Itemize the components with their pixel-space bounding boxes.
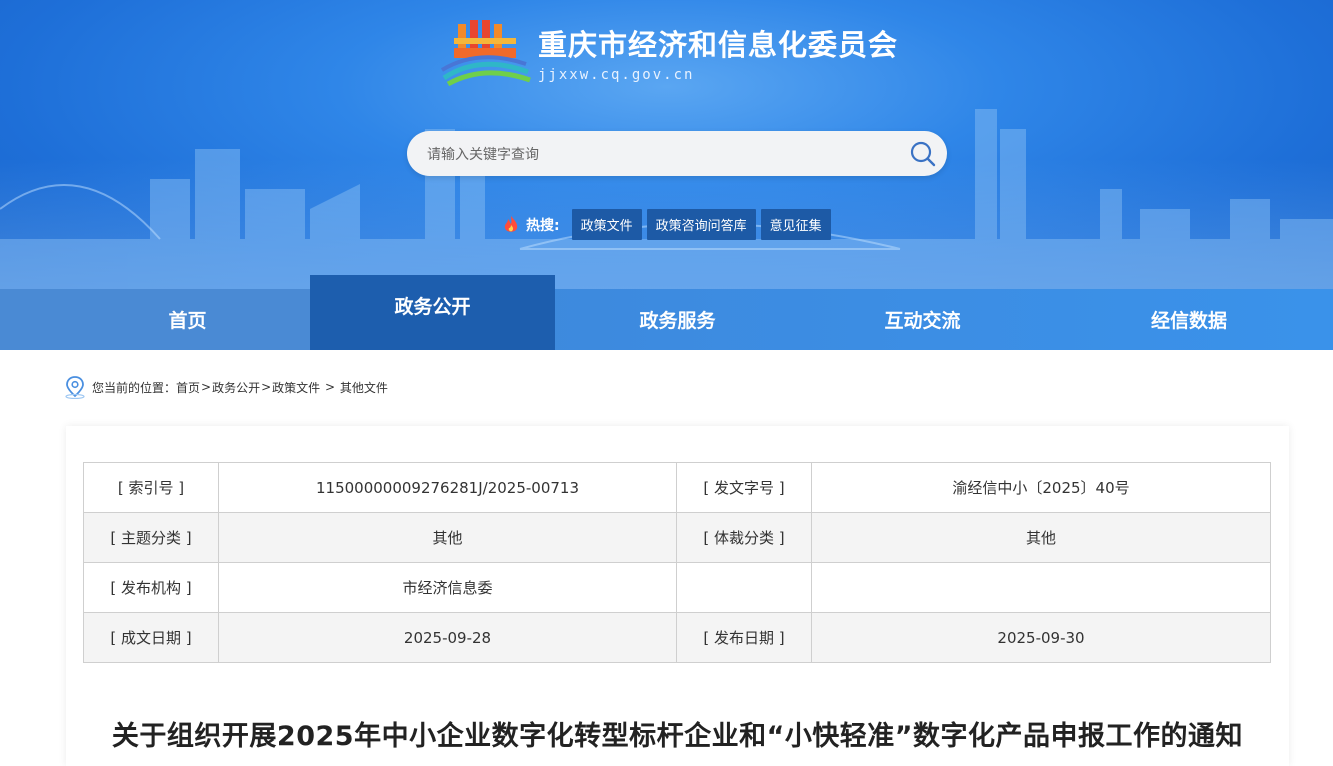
nav-data[interactable]: 经信数据 (1045, 289, 1333, 350)
site-logo[interactable]: 重庆市经济和信息化委员会 jjxxw.cq.gov.cn (440, 18, 898, 90)
hot-search-label: 热搜: (526, 217, 560, 234)
document-title: 关于组织开展2025年中小企业数字化转型标杆企业和“小快轻准”数字化产品申报工作… (111, 721, 1244, 752)
breadcrumb-home[interactable]: 首页 (176, 379, 200, 396)
main-nav: 首页 政务公开 政务服务 互动交流 经信数据 (0, 275, 1333, 350)
hot-chip-policy-files[interactable]: 政策文件 (571, 209, 642, 240)
nav-services[interactable]: 政务服务 (555, 289, 800, 350)
hot-chip-policy-qa[interactable]: 政策咨询问答库 (646, 209, 756, 240)
meta-value-written-date: 2025-09-28 (218, 612, 677, 663)
table-row: [ 主题分类 ] 其他 [ 体裁分类 ] 其他 (83, 512, 1271, 563)
meta-key-publish-date: [ 发布日期 ] (676, 612, 812, 663)
nav-government-affairs[interactable]: 政务公开 (310, 275, 555, 350)
location-pin-icon (65, 376, 85, 399)
meta-value-topic: 其他 (218, 512, 677, 563)
search-input[interactable] (425, 131, 899, 178)
nav-interaction[interactable]: 互动交流 (800, 289, 1045, 350)
search-bar (407, 131, 947, 178)
breadcrumb-government-affairs[interactable]: 政务公开 (212, 379, 260, 396)
breadcrumb-policy-files[interactable]: 政策文件 (272, 379, 320, 396)
nav-home[interactable]: 首页 (0, 289, 310, 350)
hot-search: 热搜: 政策文件 政策咨询问答库 意见征集 (502, 209, 836, 240)
site-domain: jjxxw.cq.gov.cn (538, 67, 695, 83)
hot-chip-consultation[interactable]: 意见征集 (760, 209, 831, 240)
document-card: [ 索引号 ] 11500000009276281J/2025-00713 [ … (66, 426, 1289, 766)
meta-key-publisher: [ 发布机构 ] (83, 562, 219, 613)
breadcrumb-separator: > (201, 380, 212, 394)
search-icon[interactable] (909, 140, 937, 168)
breadcrumb: 您当前的位置： 首页 > 政务公开 > 政策文件 > 其他文件 (64, 375, 388, 399)
table-row: [ 成文日期 ] 2025-09-28 [ 发布日期 ] 2025-09-30 (83, 612, 1271, 663)
meta-value-empty (811, 562, 1271, 613)
breadcrumb-prefix: 您当前的位置： (92, 380, 177, 395)
city-skyline-illustration (0, 109, 1333, 289)
fire-icon (504, 215, 518, 232)
document-meta-table: [ 索引号 ] 11500000009276281J/2025-00713 [ … (83, 462, 1271, 663)
meta-value-publish-date: 2025-09-30 (811, 612, 1271, 663)
meta-key-doc-no: [ 发文字号 ] (676, 462, 812, 513)
breadcrumb-separator: > (261, 380, 272, 394)
site-title: 重庆市经济和信息化委员会 (538, 28, 899, 62)
header-banner: 重庆市经济和信息化委员会 jjxxw.cq.gov.cn 热搜: 政策文件 政策… (0, 0, 1333, 289)
meta-key-empty (676, 562, 812, 613)
table-row: [ 发布机构 ] 市经济信息委 (83, 562, 1271, 613)
breadcrumb-separator: > (321, 380, 339, 394)
meta-value-genre: 其他 (811, 512, 1271, 563)
meta-key-topic: [ 主题分类 ] (83, 512, 219, 563)
meta-value-doc-no: 渝经信中小〔2025〕40号 (811, 462, 1271, 513)
meta-value-index-no: 11500000009276281J/2025-00713 (218, 462, 677, 513)
table-row: [ 索引号 ] 11500000009276281J/2025-00713 [ … (83, 462, 1271, 513)
meta-key-written-date: [ 成文日期 ] (83, 612, 219, 663)
meta-key-genre: [ 体裁分类 ] (676, 512, 812, 563)
meta-key-index-no: [ 索引号 ] (83, 462, 219, 513)
breadcrumb-other-files[interactable]: 其他文件 (340, 379, 388, 396)
meta-value-publisher: 市经济信息委 (218, 562, 677, 613)
chongqing-emblem-icon (440, 20, 531, 87)
